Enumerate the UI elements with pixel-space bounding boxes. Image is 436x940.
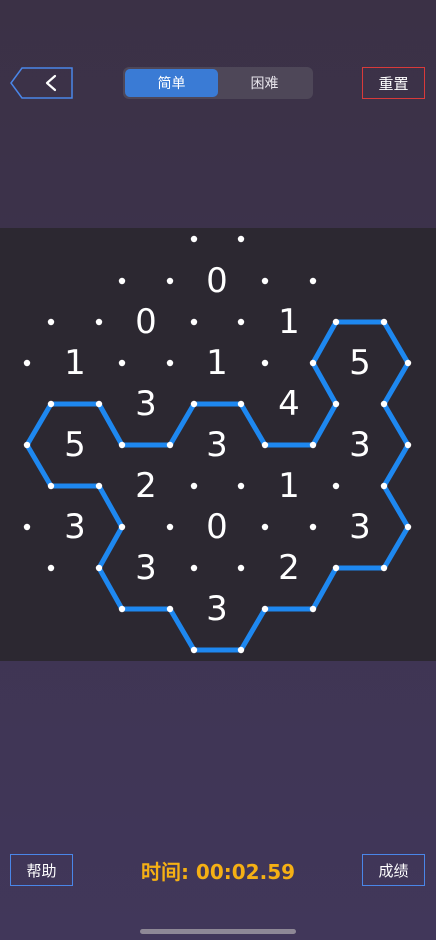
grid-dot[interactable] <box>404 441 412 449</box>
grid-dot[interactable] <box>47 318 55 326</box>
grid-dot[interactable] <box>237 318 245 326</box>
chevron-left-icon <box>10 67 73 99</box>
grid-dot[interactable] <box>380 318 388 326</box>
grid-dot[interactable] <box>261 277 269 285</box>
home-indicator <box>140 929 296 934</box>
grid-dot[interactable] <box>118 523 126 531</box>
grid-dot[interactable] <box>95 400 103 408</box>
grid-dot[interactable] <box>237 400 245 408</box>
cell-number: 2 <box>135 466 157 506</box>
grid-dot[interactable] <box>237 482 245 490</box>
grid-dot[interactable] <box>309 359 317 367</box>
grid-dot[interactable] <box>118 359 126 367</box>
grid-dot[interactable] <box>261 359 269 367</box>
grid-dot[interactable] <box>190 564 198 572</box>
tab-hard[interactable]: 困难 <box>218 69 311 97</box>
grid-dot[interactable] <box>47 400 55 408</box>
grid-dot[interactable] <box>261 523 269 531</box>
cell-number: 5 <box>64 425 86 465</box>
grid-dot[interactable] <box>309 441 317 449</box>
grid-dot[interactable] <box>332 564 340 572</box>
grid-dot[interactable] <box>190 318 198 326</box>
cell-number: 1 <box>278 302 300 342</box>
cell-number: 3 <box>349 425 371 465</box>
grid-dot[interactable] <box>190 482 198 490</box>
cell-number: 0 <box>206 261 228 301</box>
grid-dot[interactable] <box>332 318 340 326</box>
grid-dot[interactable] <box>332 482 340 490</box>
back-button[interactable] <box>10 67 73 99</box>
cell-number: 3 <box>135 384 157 424</box>
grid-dot[interactable] <box>118 605 126 613</box>
grid-dot[interactable] <box>166 605 174 613</box>
puzzle-grid[interactable]: 0 0 1 1 1 5 3 4 5 3 3 2 1 3 0 3 3 2 3 <box>0 228 436 661</box>
cell-number: 3 <box>135 548 157 588</box>
tab-easy[interactable]: 简单 <box>125 69 218 97</box>
grid-dot[interactable] <box>380 564 388 572</box>
grid-dot[interactable] <box>95 318 103 326</box>
cell-number: 5 <box>349 343 371 383</box>
puzzle-board[interactable]: 0 0 1 1 1 5 3 4 5 3 3 2 1 3 0 3 3 2 3 <box>0 228 436 661</box>
grid-dot[interactable] <box>261 441 269 449</box>
cell-number: 3 <box>349 507 371 547</box>
grid-dot[interactable] <box>166 441 174 449</box>
grid-dot[interactable] <box>47 482 55 490</box>
cell-number: 0 <box>206 507 228 547</box>
cell-number: 3 <box>206 425 228 465</box>
grid-dot[interactable] <box>404 523 412 531</box>
grid-dot[interactable] <box>95 564 103 572</box>
grid-dot[interactable] <box>380 482 388 490</box>
cell-number: 1 <box>206 343 228 383</box>
grid-dot[interactable] <box>261 605 269 613</box>
grid-dot[interactable] <box>118 441 126 449</box>
grid-dot[interactable] <box>95 482 103 490</box>
grid-dot[interactable] <box>190 235 198 243</box>
grid-dot[interactable] <box>190 646 198 654</box>
grid-dot[interactable] <box>332 400 340 408</box>
cell-number: 0 <box>135 302 157 342</box>
score-button[interactable]: 成绩 <box>362 854 425 886</box>
grid-dot[interactable] <box>309 523 317 531</box>
grid-dot[interactable] <box>404 359 412 367</box>
reset-button[interactable]: 重置 <box>362 67 425 99</box>
cell-number: 3 <box>64 507 86 547</box>
grid-dot[interactable] <box>23 441 31 449</box>
cell-number: 4 <box>278 384 300 424</box>
grid-dot[interactable] <box>23 523 31 531</box>
cell-number: 1 <box>278 466 300 506</box>
grid-dot[interactable] <box>309 277 317 285</box>
grid-dot[interactable] <box>47 564 55 572</box>
grid-dot[interactable] <box>237 235 245 243</box>
grid-dot[interactable] <box>380 400 388 408</box>
cell-number: 2 <box>278 548 300 588</box>
grid-dot[interactable] <box>190 400 198 408</box>
grid-dot[interactable] <box>237 646 245 654</box>
grid-dot[interactable] <box>23 359 31 367</box>
grid-dot[interactable] <box>118 277 126 285</box>
cell-number: 1 <box>64 343 86 383</box>
difficulty-segmented-control: 简单 困难 <box>123 67 313 99</box>
grid-dot[interactable] <box>166 523 174 531</box>
grid-dot[interactable] <box>309 605 317 613</box>
grid-dot[interactable] <box>166 277 174 285</box>
grid-dot[interactable] <box>166 359 174 367</box>
cell-number: 3 <box>206 589 228 629</box>
grid-dot[interactable] <box>237 564 245 572</box>
